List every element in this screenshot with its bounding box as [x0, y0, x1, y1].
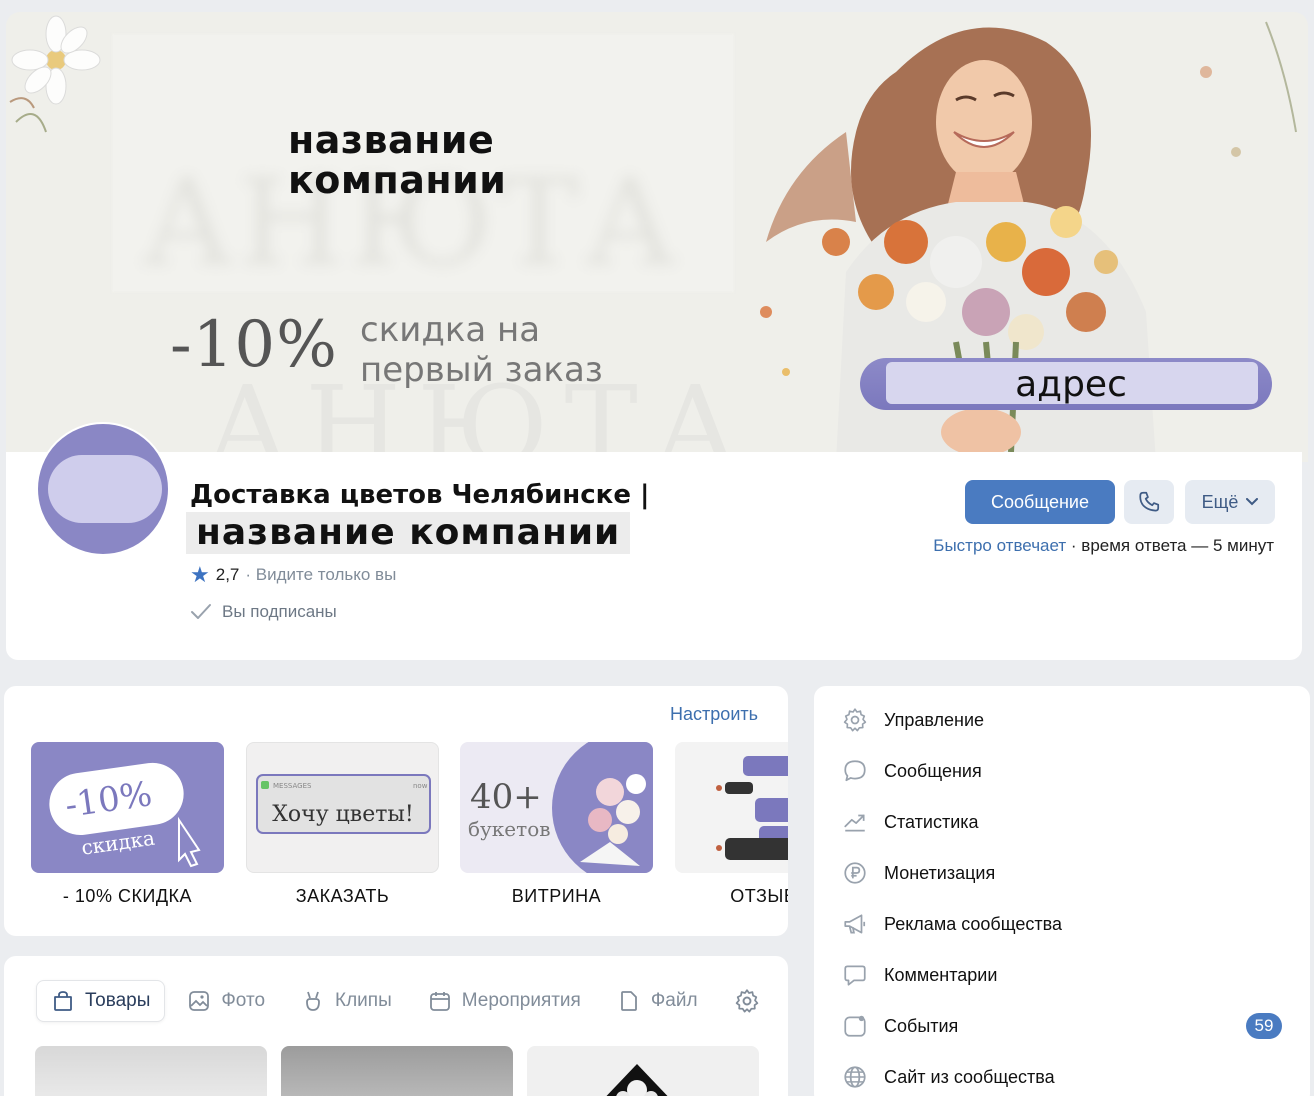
cover-company-name-line2: компании	[288, 158, 507, 202]
rating[interactable]: ★ 2,7 · Видите только вы	[190, 562, 396, 588]
cover-discount-note: скидка на первый заказ	[360, 310, 603, 390]
nav-item-label: Реклама сообщества	[884, 913, 1062, 934]
star-icon: ★	[190, 562, 210, 587]
menu-tile-showcase[interactable]: 40+ букетов	[460, 742, 653, 873]
rating-note: · Видите только вы	[245, 565, 397, 584]
gear-icon	[843, 708, 867, 732]
nav-item-comments[interactable]: Комментарии	[842, 960, 1282, 990]
cover-discount-note-line2: первый заказ	[360, 350, 603, 390]
menu-tile-order[interactable]: MESSAGES now Хочу цветы!	[246, 742, 439, 873]
tab-clips[interactable]: Клипы	[287, 980, 406, 1022]
response-fast: Быстро отвечает	[933, 536, 1067, 555]
community-header: Доставка цветов Челябинске | название ко…	[6, 422, 1302, 660]
nav-item-monetization[interactable]: Монетизация	[842, 858, 1282, 888]
tab-files-label: Файлы	[650, 990, 697, 1011]
nav-item-label: Сообщения	[884, 760, 982, 781]
product-image	[606, 1064, 668, 1096]
clips-icon	[306, 991, 320, 1011]
gear-icon[interactable]	[734, 988, 760, 1014]
address-label: адрес	[1015, 364, 1127, 405]
admin-navigation: Управление Сообщения Статистика Монетиза…	[814, 686, 1310, 1096]
content-tabs: Товары Фото Клипы Мероприятия Файлы	[36, 980, 719, 1022]
avatar[interactable]	[36, 422, 170, 556]
globe-icon	[844, 1066, 866, 1088]
nav-item-label: События	[884, 1015, 959, 1036]
reviews-chat-image	[716, 756, 788, 860]
message-button[interactable]: Сообщение	[965, 480, 1115, 524]
check-icon	[191, 604, 211, 619]
response-info: Быстро отвечает · время ответа — 5 минут	[933, 536, 1274, 556]
rating-value: 2,7	[215, 565, 240, 584]
showcase-caption: букетов	[468, 817, 551, 841]
tab-photos[interactable]: Фото	[173, 980, 279, 1022]
bag-icon	[54, 991, 72, 1011]
nav-item-messages[interactable]: Сообщения	[842, 756, 1282, 786]
community-title: Доставка цветов Челябинске |	[190, 480, 650, 510]
stats-icon	[844, 814, 865, 832]
comment-icon	[844, 965, 866, 986]
tab-files[interactable]: Файлы	[603, 980, 711, 1022]
message-notification-image: MESSAGES now Хочу цветы!	[256, 774, 431, 834]
cover-company-name: название компании	[288, 120, 506, 200]
nav-item-events[interactable]: События 59	[842, 1011, 1282, 1041]
configure-link[interactable]: Настроить	[670, 704, 758, 725]
ruble-icon	[844, 862, 866, 884]
avatar-plate	[48, 455, 162, 523]
product-thumbnail[interactable]	[35, 1046, 267, 1096]
chat-icon	[844, 760, 866, 782]
nav-item-ads[interactable]: Реклама сообщества	[842, 909, 1282, 939]
more-button[interactable]: Ещё	[1185, 480, 1275, 524]
cover-company-name-line1: название	[288, 118, 495, 162]
nav-item-label: Управление	[884, 709, 985, 730]
community-title-company: название компании	[186, 512, 631, 554]
call-button[interactable]	[1124, 480, 1174, 524]
chevron-down-icon	[1246, 498, 1259, 506]
product-thumbnail[interactable]	[281, 1046, 513, 1096]
discount-image: -10% скидка	[49, 762, 201, 868]
cover-discount: -10%	[170, 308, 338, 382]
nav-item-label: Монетизация	[884, 862, 996, 883]
tab-goods-label: Товары	[85, 990, 151, 1011]
menu-tile-order-label: ЗАКАЗАТЬ	[295, 886, 390, 906]
showcase-count: 40+	[470, 777, 542, 817]
photo-icon	[189, 991, 210, 1011]
cover-discount-note-line1: скидка на	[360, 310, 541, 350]
tab-photos-label: Фото	[221, 990, 266, 1011]
menu-tile-discount-label: - 10% СКИДКА	[62, 886, 193, 906]
notification-text: Хочу цветы!	[272, 802, 413, 827]
content-tabs-card: Товары Фото Клипы Мероприятия Файлы	[4, 956, 788, 1096]
tab-goods[interactable]: Товары	[36, 980, 166, 1022]
calendar-icon	[429, 992, 450, 1011]
nav-item-statistics[interactable]: Статистика	[842, 807, 1282, 837]
nav-item-management[interactable]: Управление	[842, 705, 1282, 735]
megaphone-icon	[844, 914, 866, 934]
menu-tile-showcase-label: ВИТРИНА	[511, 886, 602, 906]
subscribed-label: Вы подписаны	[222, 602, 337, 621]
nav-item-label: Сайт из сообщества	[884, 1066, 1055, 1087]
cover-banner: АНЮТА АНЮТА название компании -10% скидк…	[6, 12, 1308, 462]
subscribed-status[interactable]: Вы подписаны	[190, 602, 337, 622]
nav-item-label: Комментарии	[884, 964, 998, 985]
phone-icon	[1139, 491, 1160, 512]
tab-events-label: Мероприятия	[461, 990, 581, 1011]
product-thumbnail[interactable]	[527, 1046, 759, 1096]
notification-app: MESSAGES	[273, 782, 312, 790]
tab-clips-label: Клипы	[335, 990, 392, 1011]
response-time: · время ответа — 5 минут	[1070, 536, 1274, 555]
events-count-badge: 59	[1246, 1013, 1282, 1039]
address-banner: адрес	[860, 358, 1272, 410]
community-menu: Настроить -10% скидка - 10% СКИДКА MESSA…	[4, 686, 788, 936]
menu-tile-reviews-label: ОТЗЫВЫ	[730, 886, 788, 906]
notification-time: now	[413, 782, 428, 790]
nav-item-website[interactable]: Сайт из сообщества	[842, 1062, 1282, 1092]
menu-tile-reviews[interactable]	[675, 742, 788, 873]
events-icon	[844, 1015, 866, 1037]
menu-tile-discount[interactable]: -10% скидка	[31, 742, 224, 873]
flower-decoration	[9, 15, 101, 133]
bouquet-image: 40+ букетов	[468, 742, 653, 873]
tab-events[interactable]: Мероприятия	[414, 980, 595, 1022]
more-label: Ещё	[1201, 491, 1239, 512]
nav-item-label: Статистика	[884, 811, 979, 832]
file-icon	[620, 991, 637, 1011]
